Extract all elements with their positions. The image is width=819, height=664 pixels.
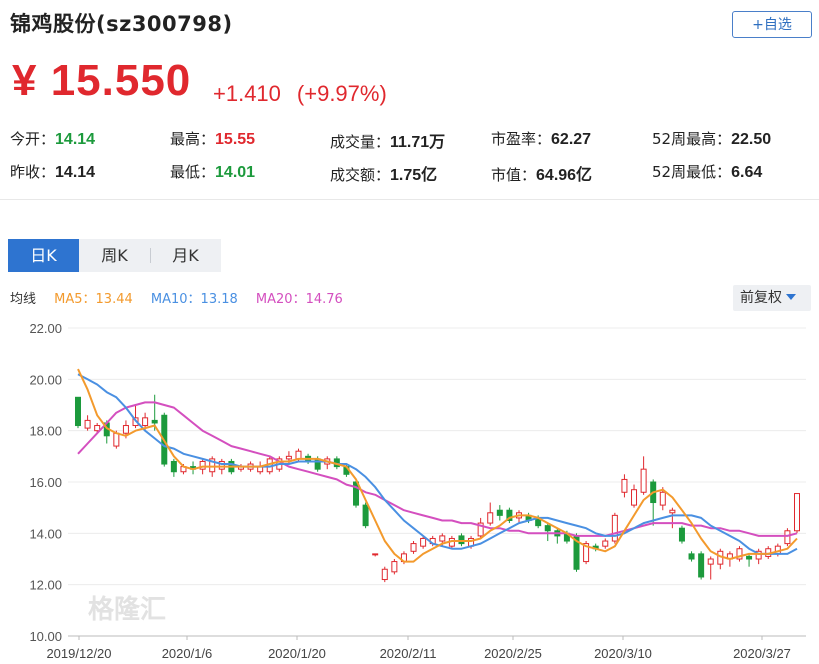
candle-down xyxy=(75,396,81,427)
candle-up xyxy=(142,417,149,427)
candle-up xyxy=(285,455,292,460)
candle-up xyxy=(94,425,101,432)
candle-down xyxy=(362,504,369,527)
candle-up xyxy=(631,489,638,506)
x-tick-label: 2020/3/27 xyxy=(733,646,791,661)
candle-up xyxy=(794,493,800,532)
candle-up xyxy=(669,509,676,514)
candle-down xyxy=(544,525,551,532)
y-tick-label: 20.00 xyxy=(29,372,62,387)
candle-up xyxy=(391,561,398,573)
watermark-logo: 格隆汇 xyxy=(88,594,166,625)
candle-down xyxy=(151,419,158,424)
candle-up xyxy=(113,432,120,447)
candle-up xyxy=(84,419,91,429)
y-tick-label: 10.00 xyxy=(29,629,62,644)
kline-chart[interactable]: 22.00 20.00 18.00 16.00 14.00 12.00 10.00 2019/… xyxy=(0,0,819,664)
y-tick-label: 22.00 xyxy=(29,321,62,336)
candle-up xyxy=(410,543,417,552)
x-tick-label: 2020/2/11 xyxy=(380,646,437,661)
candle-up xyxy=(602,540,609,547)
ma10-line xyxy=(77,373,798,555)
x-tick-label: 2020/1/6 xyxy=(162,646,213,661)
candle-up xyxy=(122,425,129,434)
candle-up xyxy=(640,468,647,493)
candle-down xyxy=(458,535,465,545)
candle-up xyxy=(381,568,388,581)
candle-up xyxy=(621,478,628,493)
candle-down xyxy=(496,509,503,516)
y-tick-label: 16.00 xyxy=(29,475,62,490)
x-tick-label: 2019/12/20 xyxy=(46,646,111,661)
candle-up xyxy=(611,514,618,542)
candle-up xyxy=(784,530,791,545)
candle-up xyxy=(487,512,494,524)
candle-up xyxy=(659,491,666,506)
y-tick-label: 18.00 xyxy=(29,424,62,439)
candle-up xyxy=(439,535,446,542)
x-tick-label: 2020/1/20 xyxy=(268,646,326,661)
candle-down xyxy=(688,553,695,560)
candle-down xyxy=(746,555,753,560)
candle-down xyxy=(170,460,177,473)
candle-up xyxy=(707,558,714,565)
candle-up xyxy=(372,553,379,556)
x-tick-label: 2020/2/25 xyxy=(484,646,542,661)
candle-up xyxy=(295,450,302,460)
candle-up xyxy=(420,537,427,547)
y-tick-label: 14.00 xyxy=(29,526,62,541)
x-tick-label: 2020/3/10 xyxy=(594,646,652,661)
ma5-line xyxy=(77,368,798,563)
candle-down xyxy=(314,458,321,470)
candle-down xyxy=(678,527,685,542)
candle-down xyxy=(698,553,705,578)
y-tick-label: 12.00 xyxy=(29,578,62,593)
